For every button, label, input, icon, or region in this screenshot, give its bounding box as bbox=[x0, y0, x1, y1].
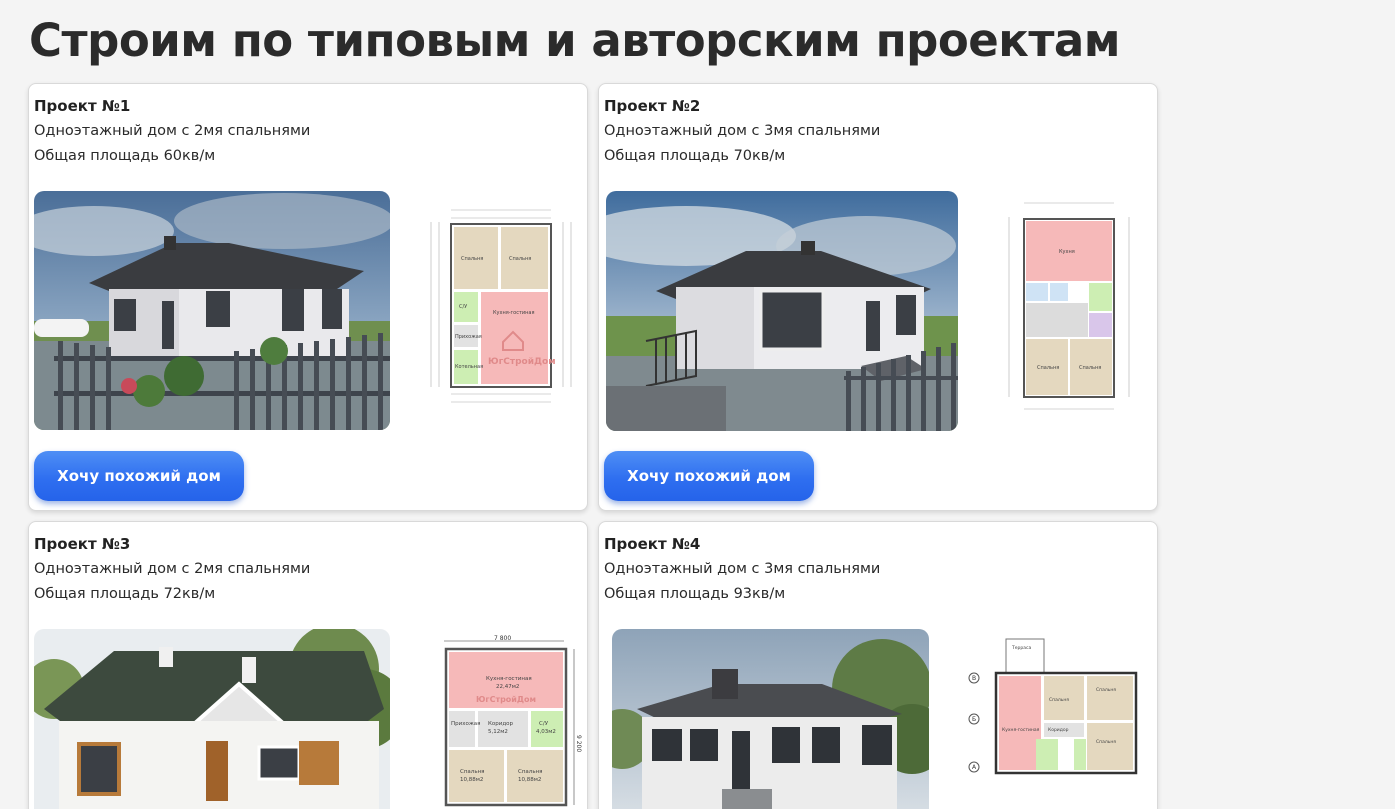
want-similar-house-button[interactable]: Хочу похожий дом bbox=[604, 451, 814, 501]
page-title: Строим по типовым и авторским проектам bbox=[29, 14, 1121, 67]
floor-plan-3: 7 800 9 200 Кухня-гостиная 22,47м2 Прихо… bbox=[424, 635, 584, 809]
project-area: Общая площадь 72кв/м bbox=[34, 586, 216, 602]
plan-label: Спальня bbox=[1096, 687, 1116, 693]
plan-label: Прихожая bbox=[455, 334, 482, 340]
watermark: ЮгСтройДом bbox=[476, 695, 536, 704]
want-similar-house-button[interactable]: Хочу похожий дом bbox=[34, 451, 244, 501]
project-description: Одноэтажный дом с 3мя спальнями bbox=[604, 561, 881, 577]
project-card-1: Проект №1 Одноэтажный дом с 2мя спальням… bbox=[28, 83, 588, 511]
project-title: Проект №4 bbox=[604, 535, 701, 553]
plan-label: С/У bbox=[459, 304, 467, 310]
plan-label: 4,03м2 bbox=[536, 729, 556, 735]
plan-label: Спальня bbox=[1079, 365, 1101, 371]
house-photo-1 bbox=[34, 191, 390, 430]
plan-label: Спальня bbox=[509, 256, 531, 262]
project-card-3: Проект №3 Одноэтажный дом с 2мя спальням… bbox=[28, 521, 588, 809]
project-card-4: Проект №4 Одноэтажный дом с 3мя спальням… bbox=[598, 521, 1158, 809]
project-area: Общая площадь 70кв/м bbox=[604, 148, 786, 164]
plan-label: Спальня bbox=[461, 256, 483, 262]
project-description: Одноэтажный дом с 3мя спальнями bbox=[604, 123, 881, 139]
plan-label: Котельная bbox=[455, 364, 483, 370]
plan-label: Прихожая bbox=[451, 721, 480, 727]
project-title: Проект №1 bbox=[34, 97, 131, 115]
plan-label: 5,12м2 bbox=[488, 729, 508, 735]
floor-plan-1: Спальня Спальня С/У Кухня-гостиная Прихо… bbox=[421, 202, 581, 412]
watermark: ЮгСтройДом bbox=[488, 357, 556, 367]
plan-label: В bbox=[972, 675, 976, 682]
plan-label: Спальня bbox=[460, 769, 484, 775]
house-photo-4 bbox=[612, 629, 929, 809]
plan-label: Спальня bbox=[518, 769, 542, 775]
house-photo-3 bbox=[34, 629, 390, 809]
plan-label: Спальня bbox=[1049, 697, 1069, 703]
plan-label: Кухня bbox=[1059, 249, 1075, 255]
plan-label: А bbox=[972, 764, 977, 771]
plan-label: Кухня-гостиная bbox=[486, 676, 532, 682]
project-area: Общая площадь 93кв/м bbox=[604, 586, 786, 602]
plan-label: Спальня bbox=[1037, 365, 1059, 371]
plan-label: Коридор bbox=[488, 721, 514, 727]
plan-label: С/У bbox=[539, 721, 549, 727]
plan-label: 22,47м2 bbox=[496, 684, 519, 690]
project-card-2: Проект №2 Одноэтажный дом с 3мя спальням… bbox=[598, 83, 1158, 511]
plan-label: Кухня-гостиная bbox=[1002, 727, 1040, 733]
plan-label: 9 200 bbox=[575, 735, 582, 752]
project-description: Одноэтажный дом с 2мя спальнями bbox=[34, 123, 311, 139]
plan-label: Б bbox=[972, 716, 976, 723]
plan-label: Коридор bbox=[1048, 727, 1069, 733]
plan-label: 10,88м2 bbox=[460, 777, 483, 783]
house-photo-2 bbox=[606, 191, 958, 431]
floor-plan-4: В Б А Терраса Спальня Спальня Кухня-гост… bbox=[964, 635, 1144, 809]
plan-label: Кухня-гостиная bbox=[493, 310, 535, 316]
project-area: Общая площадь 60кв/м bbox=[34, 148, 216, 164]
plan-label: 10,88м2 bbox=[518, 777, 541, 783]
plan-label: 7 800 bbox=[494, 635, 511, 642]
project-title: Проект №3 bbox=[34, 535, 131, 553]
project-description: Одноэтажный дом с 2мя спальнями bbox=[34, 561, 311, 577]
floor-plan-2: Кухня Спальня Спальня bbox=[999, 197, 1139, 417]
plan-label: Спальня bbox=[1096, 739, 1116, 745]
plan-label: Терраса bbox=[1011, 645, 1031, 651]
project-title: Проект №2 bbox=[604, 97, 701, 115]
